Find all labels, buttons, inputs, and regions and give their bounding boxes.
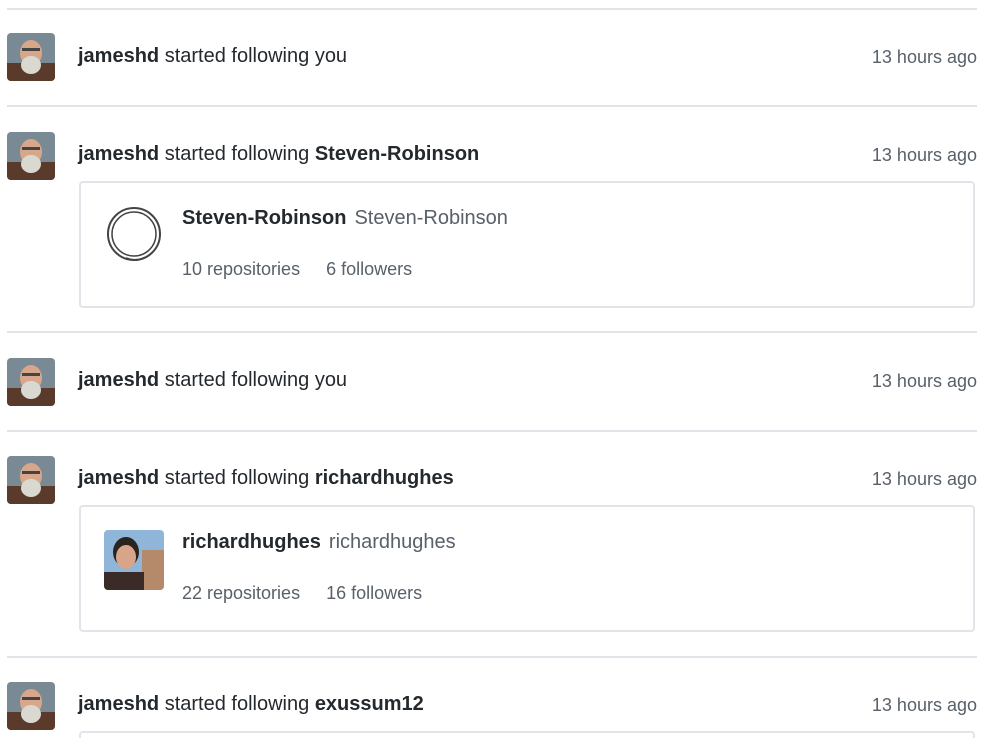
event-text: jameshd started following exussum12 [78,691,424,717]
user-card: Steven-Robinson Steven-Robinson 10 reposi… [79,181,975,308]
event-text: jameshd started following you [78,367,347,393]
actor-link[interactable]: jameshd [78,693,159,715]
ouroboros-ring-icon[interactable] [104,206,164,266]
event-timestamp: 13 hours ago [871,371,977,391]
divider [7,331,977,333]
event-verb: started following [164,369,310,391]
card-login: Steven-Robinson [354,207,508,229]
target-user-link[interactable]: richardhughes [315,467,454,489]
event-verb: started following [164,143,310,165]
event-text: jameshd started following Steven-Robinso… [78,141,479,167]
card-stats: 22 repositories 16 followers [182,581,422,605]
followers-count: 16 followers [326,583,423,603]
divider [7,105,977,107]
event-target: you [314,369,348,391]
event-timestamp: 13 hours ago [871,145,977,165]
repositories-count: 10 repositories [182,259,301,279]
divider [7,8,977,10]
jameshd-avatar[interactable] [7,33,55,81]
jameshd-avatar[interactable] [7,682,55,730]
event-timestamp: 13 hours ago [871,47,977,67]
divider [7,656,977,658]
jameshd-avatar[interactable] [7,132,55,180]
card-stats: 10 repositories 6 followers [182,257,412,281]
actor-link[interactable]: jameshd [78,369,159,391]
followers-count: 6 followers [326,259,413,279]
target-user-link[interactable]: exussum12 [315,693,424,715]
card-name-row: Steven-Robinson Steven-Robinson [182,205,508,231]
actor-link[interactable]: jameshd [78,143,159,165]
jameshd-avatar[interactable] [7,456,55,504]
repositories-count: 22 repositories [182,583,301,603]
event-timestamp: 13 hours ago [871,469,977,489]
jameshd-avatar[interactable] [7,358,55,406]
actor-link[interactable]: jameshd [78,45,159,67]
event-timestamp: 13 hours ago [871,695,977,715]
event-verb: started following [164,693,310,715]
user-card [79,731,975,738]
event-verb: started following [164,45,310,67]
event-verb: started following [164,467,310,489]
divider [7,430,977,432]
event-target: you [314,45,348,67]
card-name-row: richardhughes richardhughes [182,529,456,555]
activity-feed: jameshd started following you 13 hours a… [0,0,987,738]
event-text: jameshd started following you [78,43,347,69]
card-login: richardhughes [328,531,456,553]
event-text: jameshd started following richardhughes [78,465,454,491]
card-display-name[interactable]: richardhughes [182,531,321,553]
user-photo[interactable] [104,530,164,590]
user-card: richardhughes richardhughes 22 repositori… [79,505,975,632]
actor-link[interactable]: jameshd [78,467,159,489]
target-user-link[interactable]: Steven-Robinson [315,143,479,165]
card-display-name[interactable]: Steven-Robinson [182,207,346,229]
